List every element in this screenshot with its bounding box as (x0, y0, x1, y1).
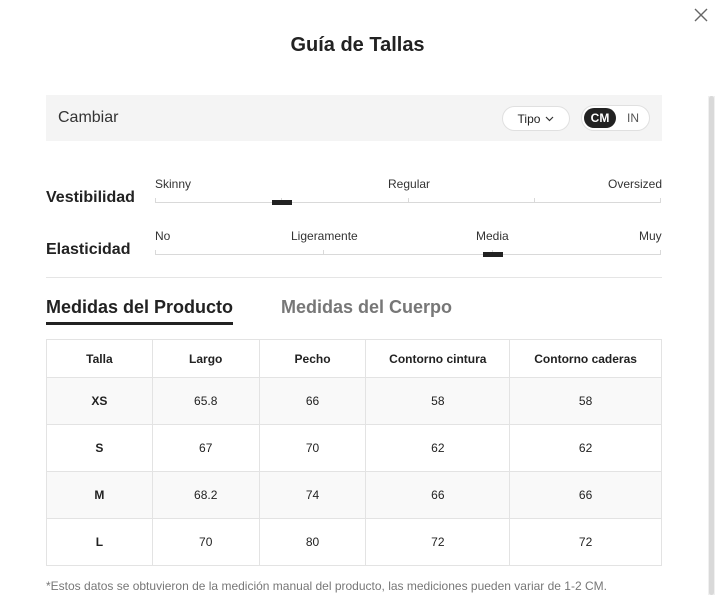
unit-toggle: CM IN (581, 105, 650, 131)
table-cell: 67 (151, 424, 260, 472)
table-cell: 72 (365, 518, 511, 566)
elasticity-marker (482, 252, 503, 257)
table-row: S 67 70 62 62 (46, 424, 662, 472)
elasticity-label: Elasticidad (46, 241, 131, 258)
table-row: XS 65.8 66 58 58 (46, 377, 662, 425)
measurement-note: *Estos datos se obtuvieron de la medició… (46, 579, 607, 593)
table-cell: 72 (509, 518, 662, 566)
table-cell: 66 (509, 471, 662, 519)
fit-tick-regular: Regular (388, 177, 431, 191)
type-dropdown[interactable]: Tipo (502, 106, 570, 131)
table-cell: 66 (365, 471, 511, 519)
table-row: M 68.2 74 66 66 (46, 471, 662, 519)
table-cell: 65.8 (151, 377, 260, 425)
switch-label: Cambiar (58, 109, 119, 126)
close-button[interactable] (694, 8, 710, 24)
scrollbar-thumb[interactable] (709, 96, 714, 595)
elasticity-scale-tick (323, 250, 324, 255)
elasticity-scale-tick (155, 250, 156, 255)
table-cell: 66 (258, 377, 367, 425)
table-row: L 70 80 72 72 (46, 518, 662, 566)
fit-scale-tick (660, 198, 661, 203)
fit-marker (271, 200, 292, 205)
chevron-down-icon (546, 116, 554, 121)
table-cell: 58 (365, 377, 511, 425)
fit-tick-oversized: Oversized (608, 177, 663, 191)
column-header-chest: Pecho (258, 339, 367, 378)
fit-scale-tick (155, 198, 156, 203)
section-divider (46, 277, 662, 278)
table-cell: 68.2 (151, 471, 260, 519)
fit-scale-tick (408, 198, 409, 203)
fit-scale-tick (534, 198, 535, 203)
unit-cm-button[interactable]: CM (584, 108, 616, 128)
elasticity-tick-no: No (155, 229, 171, 243)
scrollbar[interactable] (708, 96, 715, 595)
table-cell: 58 (509, 377, 662, 425)
elasticity-scale-tick (660, 250, 661, 255)
column-header-hips: Contorno caderas (509, 339, 662, 378)
tab-body-measurements[interactable]: Medidas del Cuerpo (281, 297, 452, 318)
column-header-waist: Contorno cintura (365, 339, 511, 378)
column-header-length: Largo (151, 339, 260, 378)
size-table: Talla Largo Pecho Contorno cintura Conto… (46, 339, 662, 566)
table-cell: 70 (151, 518, 260, 566)
table-cell-size: S (46, 424, 153, 472)
elasticity-scale (155, 254, 661, 255)
close-icon (694, 8, 708, 22)
elasticity-tick-ligeramente: Ligeramente (291, 229, 358, 243)
type-dropdown-label: Tipo (517, 111, 541, 126)
table-cell-size: L (46, 518, 153, 566)
column-header-size: Talla (46, 339, 153, 378)
table-cell-size: XS (46, 377, 153, 425)
fit-label: Vestibilidad (46, 189, 135, 206)
table-cell-size: M (46, 471, 153, 519)
table-cell: 80 (258, 518, 367, 566)
table-cell: 62 (509, 424, 662, 472)
elasticity-tick-media: Media (476, 229, 509, 243)
unit-in-button[interactable]: IN (620, 108, 646, 128)
tab-product-measurements[interactable]: Medidas del Producto (46, 297, 234, 325)
fit-tick-skinny: Skinny (155, 177, 192, 191)
table-cell: 70 (258, 424, 367, 472)
table-cell: 74 (258, 471, 367, 519)
dialog-title: Guía de Tallas (290, 34, 425, 56)
elasticity-tick-muy: Muy (639, 229, 662, 243)
table-cell: 62 (365, 424, 511, 472)
table-header-row: Talla Largo Pecho Contorno cintura Conto… (46, 339, 662, 378)
switch-bar: Cambiar Tipo CM IN (46, 95, 662, 141)
